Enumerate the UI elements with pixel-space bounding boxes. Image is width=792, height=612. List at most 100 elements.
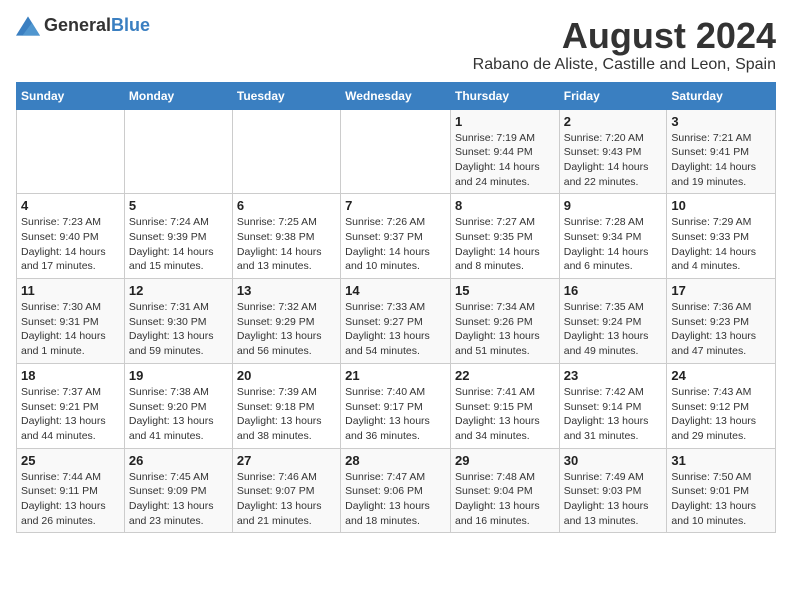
- day-number: 5: [129, 198, 228, 213]
- day-cell: 5 Sunrise: 7:24 AM Sunset: 9:39 PM Daylig…: [124, 194, 232, 279]
- col-header-saturday: Saturday: [667, 82, 776, 109]
- day-info: Sunrise: 7:39 AM Sunset: 9:18 PM Dayligh…: [237, 385, 336, 444]
- day-number: 7: [345, 198, 446, 213]
- col-header-friday: Friday: [559, 82, 667, 109]
- week-row-4: 18 Sunrise: 7:37 AM Sunset: 9:21 PM Dayli…: [17, 363, 776, 448]
- day-cell: 16 Sunrise: 7:35 AM Sunset: 9:24 PM Dayli…: [559, 279, 667, 364]
- day-info: Sunrise: 7:24 AM Sunset: 9:39 PM Dayligh…: [129, 215, 228, 274]
- day-number: 29: [455, 453, 555, 468]
- day-info: Sunrise: 7:20 AM Sunset: 9:43 PM Dayligh…: [564, 131, 663, 190]
- day-number: 17: [671, 283, 771, 298]
- day-cell: 3 Sunrise: 7:21 AM Sunset: 9:41 PM Daylig…: [667, 109, 776, 194]
- day-info: Sunrise: 7:43 AM Sunset: 9:12 PM Dayligh…: [671, 385, 771, 444]
- col-header-monday: Monday: [124, 82, 232, 109]
- day-number: 19: [129, 368, 228, 383]
- day-cell: 15Sunrise: 7:34 AM Sunset: 9:26 PM Dayli…: [450, 279, 559, 364]
- day-cell: 13 Sunrise: 7:32 AM Sunset: 9:29 PM Dayli…: [232, 279, 340, 364]
- day-cell: 19Sunrise: 7:38 AM Sunset: 9:20 PM Dayli…: [124, 363, 232, 448]
- day-info: Sunrise: 7:44 AM Sunset: 9:11 PM Dayligh…: [21, 470, 120, 529]
- day-cell: 27 Sunrise: 7:46 AM Sunset: 9:07 PM Dayli…: [232, 448, 340, 533]
- day-info: Sunrise: 7:30 AM Sunset: 9:31 PM Dayligh…: [21, 300, 120, 359]
- day-info: Sunrise: 7:31 AM Sunset: 9:30 PM Dayligh…: [129, 300, 228, 359]
- day-cell: [341, 109, 451, 194]
- day-number: 31: [671, 453, 771, 468]
- day-info: Sunrise: 7:37 AM Sunset: 9:21 PM Dayligh…: [21, 385, 120, 444]
- day-info: Sunrise: 7:21 AM Sunset: 9:41 PM Dayligh…: [671, 131, 771, 190]
- day-number: 16: [564, 283, 663, 298]
- day-info: Sunrise: 7:45 AM Sunset: 9:09 PM Dayligh…: [129, 470, 228, 529]
- day-cell: 31 Sunrise: 7:50 AM Sunset: 9:01 PM Dayli…: [667, 448, 776, 533]
- day-cell: 17 Sunrise: 7:36 AM Sunset: 9:23 PM Dayli…: [667, 279, 776, 364]
- day-cell: 11 Sunrise: 7:30 AM Sunset: 9:31 PM Dayli…: [17, 279, 125, 364]
- day-cell: 6 Sunrise: 7:25 AM Sunset: 9:38 PM Daylig…: [232, 194, 340, 279]
- day-number: 26: [129, 453, 228, 468]
- day-cell: 25Sunrise: 7:44 AM Sunset: 9:11 PM Dayli…: [17, 448, 125, 533]
- day-number: 4: [21, 198, 120, 213]
- logo: GeneralBlue: [16, 16, 150, 36]
- day-number: 23: [564, 368, 663, 383]
- logo-text-blue: Blue: [111, 15, 150, 35]
- col-header-tuesday: Tuesday: [232, 82, 340, 109]
- day-info: Sunrise: 7:46 AM Sunset: 9:07 PM Dayligh…: [237, 470, 336, 529]
- col-header-thursday: Thursday: [450, 82, 559, 109]
- day-number: 6: [237, 198, 336, 213]
- day-cell: 21 Sunrise: 7:40 AM Sunset: 9:17 PM Dayli…: [341, 363, 451, 448]
- day-info: Sunrise: 7:35 AM Sunset: 9:24 PM Dayligh…: [564, 300, 663, 359]
- day-info: Sunrise: 7:29 AM Sunset: 9:33 PM Dayligh…: [671, 215, 771, 274]
- week-row-1: 1 Sunrise: 7:19 AM Sunset: 9:44 PM Daylig…: [17, 109, 776, 194]
- day-number: 1: [455, 114, 555, 129]
- day-number: 14: [345, 283, 446, 298]
- day-info: Sunrise: 7:26 AM Sunset: 9:37 PM Dayligh…: [345, 215, 446, 274]
- logo-icon: [16, 16, 40, 36]
- day-cell: 18 Sunrise: 7:37 AM Sunset: 9:21 PM Dayli…: [17, 363, 125, 448]
- day-cell: 9 Sunrise: 7:28 AM Sunset: 9:34 PM Daylig…: [559, 194, 667, 279]
- day-cell: 14 Sunrise: 7:33 AM Sunset: 9:27 PM Dayli…: [341, 279, 451, 364]
- header: GeneralBlue August 2024 Rabano de Aliste…: [16, 16, 776, 74]
- day-number: 2: [564, 114, 663, 129]
- day-cell: 12 Sunrise: 7:31 AM Sunset: 9:30 PM Dayli…: [124, 279, 232, 364]
- day-cell: [124, 109, 232, 194]
- day-cell: 30Sunrise: 7:49 AM Sunset: 9:03 PM Dayli…: [559, 448, 667, 533]
- calendar-table: SundayMondayTuesdayWednesdayThursdayFrid…: [16, 82, 776, 534]
- logo-text-general: General: [44, 15, 111, 35]
- day-info: Sunrise: 7:50 AM Sunset: 9:01 PM Dayligh…: [671, 470, 771, 529]
- day-cell: 26 Sunrise: 7:45 AM Sunset: 9:09 PM Dayli…: [124, 448, 232, 533]
- day-cell: 1 Sunrise: 7:19 AM Sunset: 9:44 PM Daylig…: [450, 109, 559, 194]
- subtitle: Rabano de Aliste, Castille and Leon, Spa…: [473, 56, 776, 74]
- day-info: Sunrise: 7:19 AM Sunset: 9:44 PM Dayligh…: [455, 131, 555, 190]
- day-number: 22: [455, 368, 555, 383]
- day-cell: [17, 109, 125, 194]
- week-row-2: 4Sunrise: 7:23 AM Sunset: 9:40 PM Daylig…: [17, 194, 776, 279]
- day-info: Sunrise: 7:28 AM Sunset: 9:34 PM Dayligh…: [564, 215, 663, 274]
- day-number: 8: [455, 198, 555, 213]
- day-info: Sunrise: 7:32 AM Sunset: 9:29 PM Dayligh…: [237, 300, 336, 359]
- day-info: Sunrise: 7:36 AM Sunset: 9:23 PM Dayligh…: [671, 300, 771, 359]
- day-info: Sunrise: 7:25 AM Sunset: 9:38 PM Dayligh…: [237, 215, 336, 274]
- day-info: Sunrise: 7:42 AM Sunset: 9:14 PM Dayligh…: [564, 385, 663, 444]
- title-area: August 2024 Rabano de Aliste, Castille a…: [473, 16, 776, 74]
- week-row-5: 25Sunrise: 7:44 AM Sunset: 9:11 PM Dayli…: [17, 448, 776, 533]
- day-cell: [232, 109, 340, 194]
- day-info: Sunrise: 7:40 AM Sunset: 9:17 PM Dayligh…: [345, 385, 446, 444]
- day-info: Sunrise: 7:47 AM Sunset: 9:06 PM Dayligh…: [345, 470, 446, 529]
- day-info: Sunrise: 7:41 AM Sunset: 9:15 PM Dayligh…: [455, 385, 555, 444]
- day-cell: 20Sunrise: 7:39 AM Sunset: 9:18 PM Dayli…: [232, 363, 340, 448]
- day-info: Sunrise: 7:33 AM Sunset: 9:27 PM Dayligh…: [345, 300, 446, 359]
- week-row-3: 11 Sunrise: 7:30 AM Sunset: 9:31 PM Dayli…: [17, 279, 776, 364]
- day-number: 9: [564, 198, 663, 213]
- day-number: 21: [345, 368, 446, 383]
- day-cell: 2 Sunrise: 7:20 AM Sunset: 9:43 PM Daylig…: [559, 109, 667, 194]
- day-cell: 10Sunrise: 7:29 AM Sunset: 9:33 PM Dayli…: [667, 194, 776, 279]
- day-cell: 24Sunrise: 7:43 AM Sunset: 9:12 PM Dayli…: [667, 363, 776, 448]
- day-number: 3: [671, 114, 771, 129]
- day-number: 27: [237, 453, 336, 468]
- day-number: 13: [237, 283, 336, 298]
- day-number: 11: [21, 283, 120, 298]
- day-info: Sunrise: 7:48 AM Sunset: 9:04 PM Dayligh…: [455, 470, 555, 529]
- day-number: 28: [345, 453, 446, 468]
- day-number: 18: [21, 368, 120, 383]
- day-cell: 23 Sunrise: 7:42 AM Sunset: 9:14 PM Dayli…: [559, 363, 667, 448]
- day-number: 12: [129, 283, 228, 298]
- day-cell: 4Sunrise: 7:23 AM Sunset: 9:40 PM Daylig…: [17, 194, 125, 279]
- day-info: Sunrise: 7:34 AM Sunset: 9:26 PM Dayligh…: [455, 300, 555, 359]
